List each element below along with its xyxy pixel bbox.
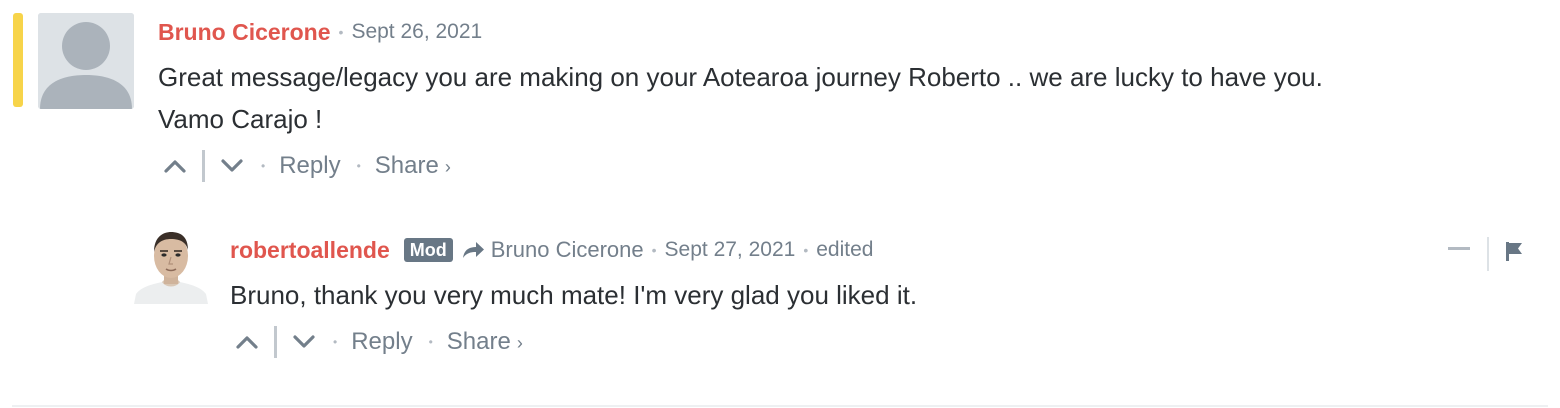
separator-dot: • [651,242,657,258]
reply-button[interactable]: Reply [279,152,340,180]
comment-message-line: Bruno, thank you very much mate! I'm ver… [230,280,918,310]
reply-comment: robertoallende Mod Bruno Cicerone • Sept… [0,200,1560,380]
comment-actions: • Reply • Share › [234,324,523,360]
reply-to-arrow-icon [461,240,485,260]
comment-message: Great message/legacy you are making on y… [158,56,1323,140]
new-comment-highlight-bar [13,13,23,107]
comment-message-line: Vamo Carajo ! [158,104,323,134]
comment-timestamp-link[interactable]: Sept 27, 2021 [665,238,796,262]
reply-button[interactable]: Reply [351,328,412,356]
comment-thread: Bruno Cicerone • Sept 26, 2021 Great mes… [0,0,1560,408]
comment-actions: • Reply • Share › [162,148,451,184]
upvote-chevron-up-icon[interactable] [234,329,260,355]
edited-label: edited [816,238,874,261]
comment-meta: Bruno Cicerone • Sept 26, 2021 [158,16,482,48]
thread-divider [12,405,1548,407]
default-user-avatar-icon[interactable] [38,13,134,109]
chevron-right-icon: › [444,157,451,177]
flag-icon[interactable] [1505,241,1523,266]
downvote-chevron-down-icon[interactable] [219,153,245,179]
separator-dot: • [803,242,809,258]
share-button[interactable]: Share › [375,152,451,180]
upvote-chevron-up-icon[interactable] [162,153,188,179]
reply-to-author-link[interactable]: Bruno Cicerone [491,237,644,263]
separator-dot: • [428,335,433,349]
vote-divider [202,150,205,182]
chevron-right-icon: › [516,333,523,353]
separator-dot: • [338,24,344,40]
collapse-minus-icon[interactable] [1448,247,1470,250]
share-label: Share [374,152,439,179]
moderator-badge: Mod [403,238,453,262]
share-label: Share [446,328,511,355]
comment-author-link[interactable]: Bruno Cicerone [158,19,331,46]
vote-divider [274,326,277,358]
downvote-chevron-down-icon[interactable] [291,329,317,355]
comment-timestamp-link[interactable]: Sept 26, 2021 [351,20,482,44]
separator-dot: • [261,159,266,173]
share-button[interactable]: Share › [447,328,523,356]
comment-message-line: Great message/legacy you are making on y… [158,62,1323,92]
comment: Bruno Cicerone • Sept 26, 2021 Great mes… [0,0,1560,200]
comment-meta: robertoallende Mod Bruno Cicerone • Sept… [230,234,873,266]
user-photo-avatar-icon[interactable] [134,228,208,304]
toolbar-divider [1487,237,1489,271]
separator-dot: • [356,159,361,173]
separator-dot: • [333,335,338,349]
comment-message: Bruno, thank you very much mate! I'm ver… [230,274,917,316]
comment-author-link[interactable]: robertoallende [230,237,390,264]
